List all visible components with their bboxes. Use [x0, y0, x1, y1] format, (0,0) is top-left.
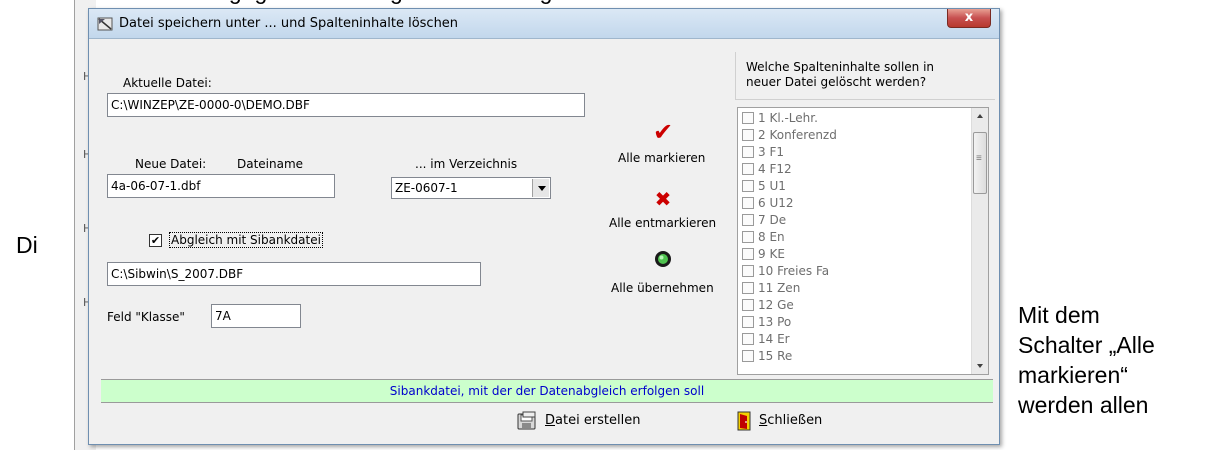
list-item-checkbox[interactable]	[742, 316, 754, 328]
sibank-path-input[interactable]: C:\Sibwin\S_2007.DBF	[107, 262, 481, 286]
list-item[interactable]: 3 F1	[742, 145, 784, 160]
list-item-checkbox[interactable]	[742, 112, 754, 124]
scroll-up-icon[interactable]	[972, 108, 988, 125]
list-item-label: 2 Konferenzd	[758, 128, 837, 142]
list-item-checkbox[interactable]	[742, 248, 754, 260]
create-file-label: Datei erstellen	[545, 407, 641, 435]
list-item-label: 13 Po	[758, 315, 792, 329]
list-item-checkbox[interactable]	[742, 333, 754, 345]
mark-all-button[interactable]: Alle markieren	[618, 151, 705, 165]
list-item[interactable]: 4 F12	[742, 162, 792, 177]
list-item[interactable]: 5 U1	[742, 179, 786, 194]
dialog-client-area: Aktuelle Datei: C:\WINZEP\ZE-0000-0\DEMO…	[97, 40, 995, 440]
directory-select[interactable]: ZE-0607-1	[391, 177, 551, 199]
list-item[interactable]: 14 Er	[742, 332, 790, 347]
list-item[interactable]: 15 Re	[742, 349, 792, 364]
document-right-text: Mit dem Schalter „Alle markieren“ werden…	[1018, 300, 1215, 420]
checkmark-icon[interactable]: ✔	[651, 118, 675, 146]
klasse-input[interactable]: 7A	[211, 304, 301, 328]
list-item-label: 5 U1	[758, 179, 786, 193]
listbox-scrollbar[interactable]	[971, 108, 988, 374]
list-item-label: 6 U12	[758, 196, 794, 210]
close-button-label: Schließen	[759, 407, 822, 435]
list-item-label: 8 En	[758, 230, 785, 244]
current-file-label: Aktuelle Datei:	[123, 76, 212, 90]
klasse-label: Feld "Klasse"	[107, 310, 185, 324]
columns-panel-heading-line: neuer Datei gelöscht werden?	[746, 75, 927, 89]
list-item-checkbox[interactable]	[742, 146, 754, 158]
dialog-titlebar[interactable]: Datei speichern unter ... und Spalteninh…	[89, 9, 999, 39]
accept-all-button[interactable]: Alle übernehmen	[611, 281, 714, 295]
columns-panel-heading-line: Welche Spalteninhalte sollen in	[746, 60, 935, 74]
list-item-label: 7 De	[758, 213, 787, 227]
list-item[interactable]: 9 KE	[742, 247, 785, 262]
create-file-button[interactable]: Datei erstellen	[517, 407, 641, 435]
list-item-label: 3 F1	[758, 145, 784, 159]
document-right-line: werden allen	[1018, 392, 1149, 418]
scrollbar-thumb[interactable]	[973, 132, 987, 194]
list-item-checkbox[interactable]	[742, 214, 754, 226]
list-item[interactable]: 7 De	[742, 213, 786, 228]
app-icon	[97, 17, 113, 31]
unmark-all-button[interactable]: Alle entmarkieren	[609, 216, 716, 230]
list-item-label: 11 Zen	[758, 281, 801, 295]
cross-icon[interactable]: ✖	[652, 187, 674, 211]
close-button-label-rest: chließen	[767, 413, 823, 428]
document-right-line: markieren“	[1018, 362, 1128, 388]
columns-panel-header: Welche Spalteninhalte sollen in neuer Da…	[735, 52, 995, 100]
status-bar: Sibankdatei, mit der der Datenabgleich e…	[101, 379, 993, 403]
current-file-field[interactable]: C:\WINZEP\ZE-0000-0\DEMO.DBF	[107, 93, 585, 117]
list-item-checkbox[interactable]	[742, 350, 754, 362]
disk-save-icon	[517, 411, 536, 430]
list-item[interactable]: 8 En	[742, 230, 785, 245]
list-item-label: 9 KE	[758, 247, 785, 261]
document-right-line: Mit dem	[1018, 302, 1100, 328]
filename-input[interactable]: 4a-06-07-1.dbf	[107, 174, 335, 198]
list-item[interactable]: 1 Kl.-Lehr.	[742, 111, 818, 126]
dialog-title: Datei speichern unter ... und Spalteninh…	[119, 16, 459, 31]
list-item-checkbox[interactable]	[742, 231, 754, 243]
list-item-checkbox[interactable]	[742, 282, 754, 294]
list-item-checkbox[interactable]	[742, 197, 754, 209]
list-item[interactable]: 12 Ge	[742, 298, 794, 313]
filename-label: Dateiname	[237, 157, 304, 171]
list-item[interactable]: 2 Konferenzd	[742, 128, 837, 143]
list-item-label: 4 F12	[758, 162, 792, 176]
exit-door-icon	[737, 411, 751, 431]
green-dot-icon[interactable]	[654, 250, 672, 268]
new-file-label: Neue Datei:	[135, 157, 207, 171]
sibank-checkbox-label-text: Abgleich mit Sibankdatei	[169, 232, 323, 248]
list-item-label: 10 Freies Fa	[758, 264, 830, 278]
close-button[interactable]: Schließen	[737, 407, 822, 435]
columns-listbox[interactable]: 1 Kl.-Lehr. 2 Konferenzd 3 F1 4 F12 5 U1…	[737, 107, 989, 375]
scroll-down-icon[interactable]	[972, 357, 988, 374]
document-left-fragment: Di	[16, 232, 38, 258]
list-item-label: 12 Ge	[758, 298, 794, 312]
list-item-checkbox[interactable]	[742, 163, 754, 175]
list-item[interactable]: 11 Zen	[742, 281, 800, 296]
close-window-button[interactable]: x	[947, 9, 991, 28]
create-file-mnemonic: D	[545, 413, 556, 428]
list-item-checkbox[interactable]	[742, 299, 754, 311]
directory-label: ... im Verzeichnis	[415, 157, 518, 171]
list-item[interactable]: 6 U12	[742, 196, 794, 211]
document-right-line: Schalter „Alle	[1018, 332, 1155, 358]
list-item-checkbox[interactable]	[742, 265, 754, 277]
sibank-checkbox-label[interactable]: Abgleich mit Sibankdatei	[169, 232, 323, 248]
directory-select-value: ZE-0607-1	[395, 181, 458, 195]
list-item-label: 15 Re	[758, 349, 793, 363]
create-file-label-rest: atei erstellen	[555, 413, 641, 428]
list-item-checkbox[interactable]	[742, 180, 754, 192]
list-item[interactable]: 10 Freies Fa	[742, 264, 829, 279]
save-as-dialog: Datei speichern unter ... und Spalteninh…	[88, 8, 1000, 445]
list-item-label: 1 Kl.-Lehr.	[758, 111, 818, 125]
list-item[interactable]: 13 Po	[742, 315, 791, 330]
chevron-down-icon[interactable]	[532, 179, 549, 197]
list-item-label: 14 Er	[758, 332, 790, 346]
sibank-checkbox[interactable]: ✔	[149, 234, 162, 247]
list-item-checkbox[interactable]	[742, 129, 754, 141]
